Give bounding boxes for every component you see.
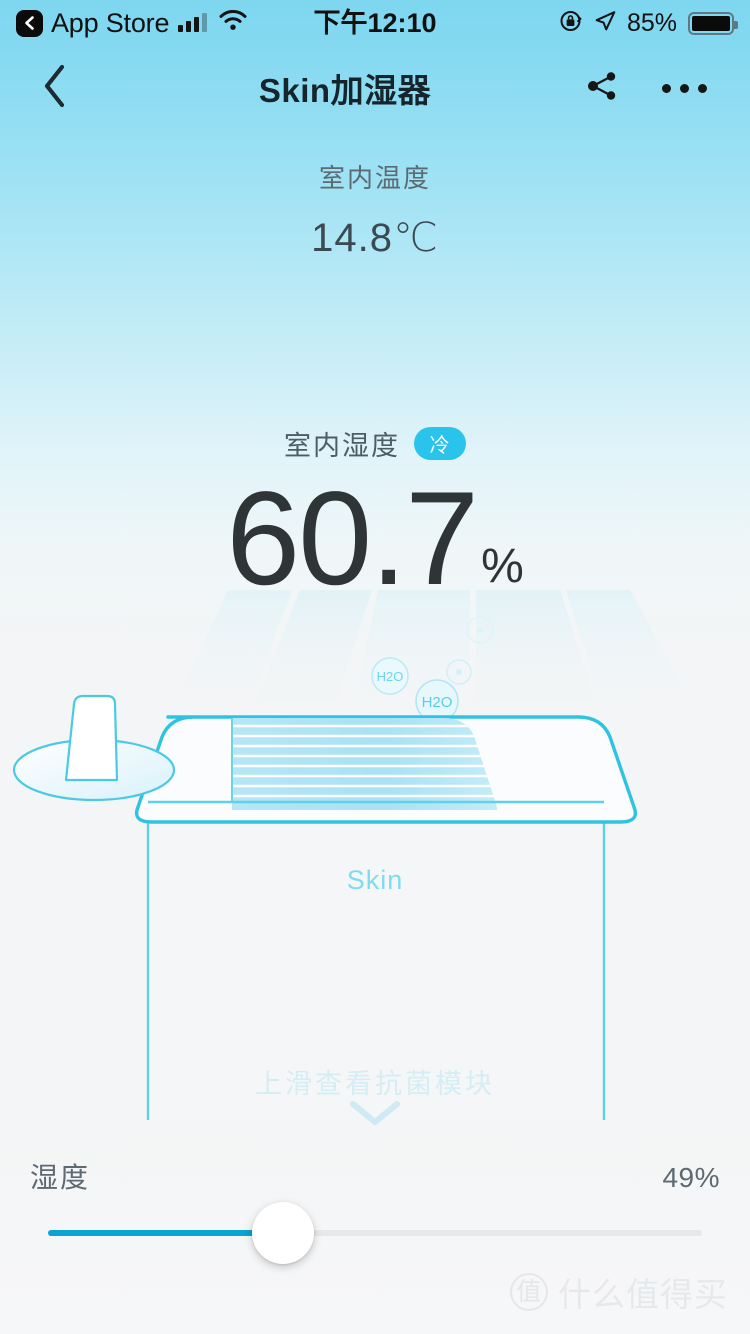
mist-bubble-1: H2O [371, 657, 409, 695]
indoor-humidity-value: 60.7 [226, 465, 479, 613]
humidity-slider[interactable] [48, 1202, 702, 1264]
indoor-temperature-label: 室内温度 [318, 163, 431, 193]
humidity-slider-header: 湿度 49% [30, 1156, 720, 1196]
chevron-left-icon [41, 63, 69, 114]
slider-thumb-icon[interactable] [252, 1202, 314, 1264]
status-bar-center: 下午12:10 [313, 7, 437, 38]
indoor-humidity-block: 室内湿度 冷 60.7 % [0, 424, 750, 610]
status-bar-left: App Store [16, 9, 313, 37]
cellular-signal-icon [178, 13, 208, 32]
humidity-slider-value: 49% [662, 1162, 720, 1193]
nav-actions [580, 66, 750, 110]
page-title: Skin加湿器 [258, 72, 432, 109]
location-arrow-icon [594, 10, 616, 37]
status-back-app-label[interactable]: App Store [51, 9, 169, 37]
rotation-lock-icon [559, 9, 583, 38]
humidifier-app-screen: App Store 下午12:10 85% Skin加湿器 室内温度 14.8℃… [0, 0, 750, 1334]
svg-text:H2O: H2O [422, 694, 453, 711]
status-clock: 下午12:10 [313, 7, 437, 38]
battery-full-icon [688, 11, 738, 35]
wifi-icon [219, 9, 247, 36]
indoor-temperature-block: 室内温度 14.8℃ [0, 158, 750, 261]
watermark: 值 什么值得买 [510, 1268, 728, 1316]
more-options-button[interactable] [661, 66, 707, 110]
chevron-left-filled-icon [23, 15, 36, 31]
humidity-slider-label: 湿度 [30, 1162, 91, 1193]
more-dots-icon [661, 83, 707, 93]
watermark-text: 什么值得买 [558, 1276, 728, 1313]
slider-track-fill [48, 1230, 280, 1236]
swipe-up-hint: 上滑查看抗菌模块 [255, 1069, 495, 1099]
status-back-to-app-button[interactable] [16, 9, 43, 37]
battery-percent-label: 85% [626, 8, 677, 37]
nav-back-button[interactable] [0, 46, 110, 130]
share-button[interactable] [580, 66, 624, 110]
share-icon [584, 68, 620, 109]
indoor-temperature-value: 14.8℃ [311, 216, 439, 260]
status-bar: App Store 下午12:10 85% [0, 0, 750, 46]
svg-text:H2O: H2O [377, 669, 404, 684]
indoor-humidity-label: 室内湿度 [284, 431, 400, 461]
indoor-humidity-label-row: 室内湿度 冷 [0, 424, 750, 463]
status-bar-right: 85% [437, 8, 738, 38]
indoor-humidity-value-row: 60.7 % [0, 469, 750, 610]
status-badge: 冷 [414, 427, 466, 460]
nav-bar: Skin加湿器 [0, 46, 750, 130]
humidifier-illustration[interactable]: H2O H2O [0, 590, 750, 1120]
device-brand-mark: Skin [346, 865, 404, 895]
watermark-logo-icon: 值 [510, 1273, 548, 1311]
